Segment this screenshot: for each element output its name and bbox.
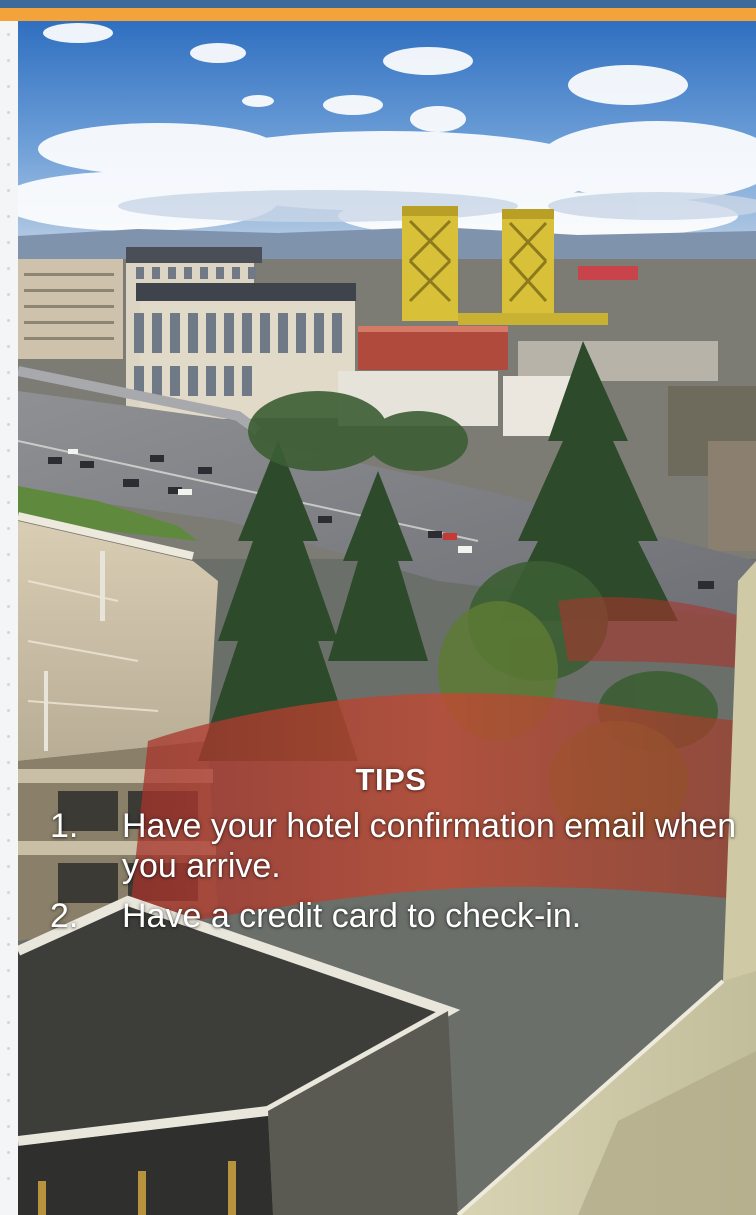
gutter-dot [7, 709, 10, 712]
gutter-dot [7, 371, 10, 374]
gutter-dot [7, 1021, 10, 1024]
gutter-dot [7, 605, 10, 608]
gutter-dot [7, 423, 10, 426]
gutter-dot [7, 397, 10, 400]
building [518, 341, 718, 381]
top-strip [0, 0, 756, 8]
gutter-dot [7, 813, 10, 816]
gutter-dot [7, 943, 10, 946]
gutter-dot [7, 683, 10, 686]
gutter-dot [7, 1125, 10, 1128]
gutter-dot [7, 449, 10, 452]
gutter-dot [7, 241, 10, 244]
gutter-dot [7, 787, 10, 790]
gutter-dot [7, 839, 10, 842]
gutter-dot [7, 163, 10, 166]
gutter-dot [7, 553, 10, 556]
gutter-dot [7, 33, 10, 36]
gutter-dot [7, 501, 10, 504]
accent-bar [0, 8, 756, 21]
gutter-dot [7, 215, 10, 218]
gutter-dot [7, 995, 10, 998]
tip-text: Have your hotel confirmation email when … [122, 807, 737, 885]
gutter-dot [7, 631, 10, 634]
gutter-dot [7, 657, 10, 660]
gutter-dot [7, 1073, 10, 1076]
tip-number: 1. [50, 807, 79, 845]
tips-heading: TIPS [355, 762, 427, 797]
page: TIPS 1. Have your hotel confirmation ema… [0, 0, 756, 1215]
gutter-dot [7, 319, 10, 322]
gutter-dot [7, 1099, 10, 1102]
gutter-dot [7, 1177, 10, 1180]
gutter-dot [7, 1047, 10, 1050]
left-gutter [0, 21, 19, 1215]
gutter-dot [7, 137, 10, 140]
gutter-dot [7, 891, 10, 894]
gutter-dot [7, 735, 10, 738]
gutter-dot [7, 267, 10, 270]
gutter-dot [7, 111, 10, 114]
gutter-dot [7, 475, 10, 478]
photo-illustration [18, 21, 756, 1215]
city-skyline-photo [18, 21, 756, 1215]
gutter-dot [7, 527, 10, 530]
gutter-dot [7, 59, 10, 62]
tip-number: 2. [50, 897, 79, 935]
gutter-dot [7, 345, 10, 348]
gutter-dot [7, 1151, 10, 1154]
gutter-dot [7, 761, 10, 764]
tip-text: Have a credit card to check-in. [122, 897, 582, 935]
gutter-dot [7, 969, 10, 972]
gutter-dot [7, 579, 10, 582]
building [358, 326, 508, 370]
gutter-dot [7, 865, 10, 868]
gutter-dot [7, 293, 10, 296]
gutter-dot [7, 189, 10, 192]
gutter-dot [7, 917, 10, 920]
gutter-dot [7, 85, 10, 88]
